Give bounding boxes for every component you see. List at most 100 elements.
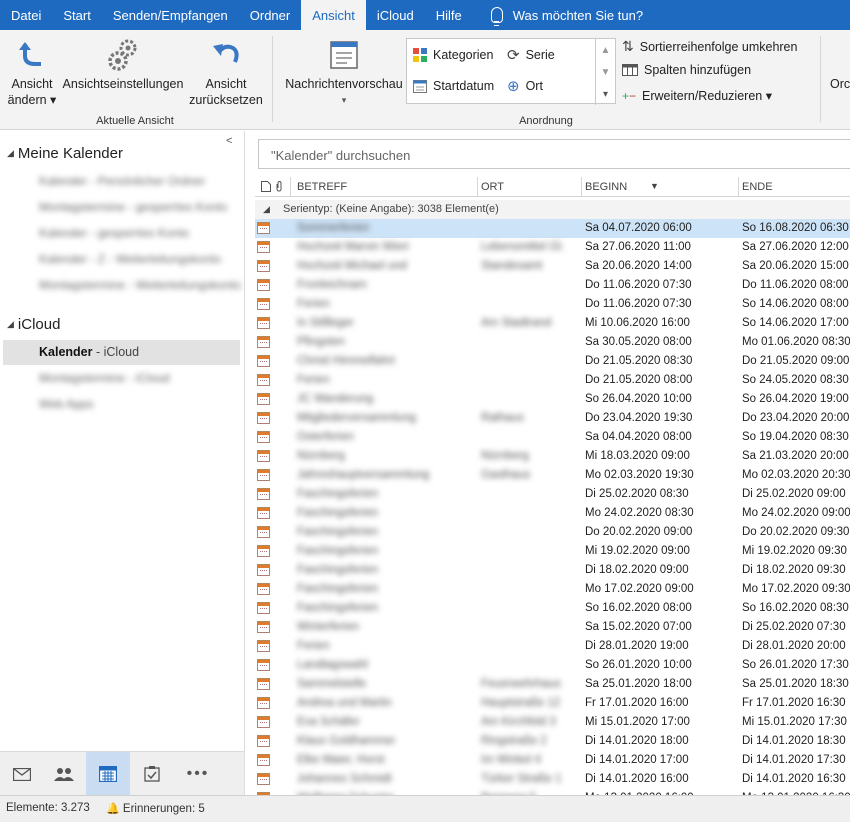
row-subject: Sammelstelle bbox=[297, 678, 367, 690]
location-option[interactable]: ⊕ Ort bbox=[507, 77, 543, 95]
calendar-folder-item[interactable]: Montagstermine - Weiterleitungskonto bbox=[39, 278, 241, 292]
table-row[interactable]: Ferien Di 28.01.2020 19:00 Di 28.01.2020 2… bbox=[255, 637, 850, 656]
categories-option[interactable]: Kategorien bbox=[413, 48, 493, 62]
tell-me-label: Was möchten Sie tun? bbox=[512, 7, 644, 23]
table-row[interactable]: Hochzeit Marvin Wieri Lebensmittel Gl. Sa … bbox=[255, 238, 850, 257]
row-subject: Landtagswahl bbox=[297, 659, 368, 671]
menu-tab-ordner[interactable]: Ordner bbox=[239, 0, 301, 30]
table-row[interactable]: Ferien Do 21.05.2020 08:00 So 24.05.2020 0… bbox=[255, 371, 850, 390]
location-column-header[interactable]: ORT bbox=[481, 181, 504, 193]
table-row[interactable]: Osterferien Sa 04.04.2020 08:00 So 19.04.2… bbox=[255, 428, 850, 447]
table-row[interactable]: Sammelstelle Feuerwehrhaus Sa 25.01.2020 1… bbox=[255, 675, 850, 694]
table-row[interactable]: Ferien Do 11.06.2020 07:30 So 14.06.2020 0… bbox=[255, 295, 850, 314]
my-calendars-label: Meine Kalender bbox=[17, 145, 123, 162]
item-type-column-icon[interactable] bbox=[261, 181, 271, 195]
table-row[interactable]: Fronleichnam Do 11.06.2020 07:30 Do 11.06.… bbox=[255, 276, 850, 295]
table-row[interactable]: Faschingsferien So 16.02.2020 08:00 So 16.… bbox=[255, 599, 850, 618]
table-row[interactable]: Landtagswahl So 26.01.2020 10:00 So 26.01.… bbox=[255, 656, 850, 675]
reset-view-button[interactable]: Ansicht zurücksetzen bbox=[188, 38, 264, 108]
view-settings-button[interactable]: Ansichtseinstellungen bbox=[60, 38, 186, 92]
menu-tab-hilfe[interactable]: Hilfe bbox=[425, 0, 473, 30]
row-subject: Jahreshauptversammlung bbox=[297, 469, 430, 481]
mail-icon[interactable] bbox=[0, 752, 44, 796]
collapse-pane-icon[interactable]: < bbox=[226, 135, 232, 147]
appointment-list: Sommerferien Sa 04.07.2020 06:00 So 16.08.… bbox=[255, 219, 850, 795]
calendar-folder-item[interactable]: Kalender - Z - Weiterleitungskonto bbox=[39, 252, 221, 266]
table-row[interactable]: Winterferien Sa 15.02.2020 07:00 Di 25.02.… bbox=[255, 618, 850, 637]
table-row[interactable]: Pfingsten Sa 30.05.2020 08:00 Mo 01.06.202… bbox=[255, 333, 850, 352]
table-row[interactable]: Nürnberg Nürnberg Mi 18.03.2020 09:00 Sa 21… bbox=[255, 447, 850, 466]
table-row[interactable]: Elke Maier, Horst Im Winkel 4 Di 14.01.202… bbox=[255, 751, 850, 770]
table-row[interactable]: Faschingsferien Mi 19.02.2020 09:00 Mi 19.… bbox=[255, 542, 850, 561]
row-begin: Sa 04.07.2020 06:00 bbox=[585, 222, 692, 234]
appointment-icon bbox=[257, 298, 270, 310]
row-subject: Johannes Schmidt bbox=[297, 773, 392, 785]
appointment-icon bbox=[257, 317, 270, 329]
calendar-folder-item[interactable]: Kalender - gesperrtes Konto bbox=[39, 226, 189, 240]
table-row[interactable]: Faschingsferien Di 18.02.2020 09:00 Di 18.… bbox=[255, 561, 850, 580]
more-icon[interactable]: ••• bbox=[176, 752, 220, 796]
end-column-header[interactable]: ENDE bbox=[742, 181, 773, 193]
series-option[interactable]: ⟳ Serie bbox=[507, 46, 555, 64]
start-date-option[interactable]: Startdatum bbox=[413, 79, 494, 93]
calendar-folder-item[interactable]: Montagstermine - gesperrtes Konto bbox=[39, 200, 227, 214]
change-view-button[interactable]: Ansicht ändern ▾ bbox=[6, 38, 58, 108]
gallery-scroll-down[interactable]: ▼ bbox=[595, 61, 615, 83]
row-end: Sa 27.06.2020 12:00 bbox=[742, 241, 849, 253]
table-row[interactable]: JC Wanderung So 26.04.2020 10:00 So 26.04.… bbox=[255, 390, 850, 409]
calendar-folder-item[interactable]: Montagstermine - iCloud bbox=[39, 371, 170, 385]
table-row[interactable]: In Stillleger Am Stadtrand Mi 10.06.2020 1… bbox=[255, 314, 850, 333]
calendar-icon[interactable] bbox=[86, 752, 130, 796]
table-row[interactable]: Sommerferien Sa 04.07.2020 06:00 So 16.08.… bbox=[255, 219, 850, 238]
selected-calendar-icloud[interactable]: Kalender - iCloud bbox=[39, 345, 139, 359]
tasks-icon[interactable] bbox=[130, 752, 174, 796]
pane-divider[interactable] bbox=[244, 131, 245, 795]
table-row[interactable]: Klaus Goldhammer Ringstraße 2 Di 14.01.202… bbox=[255, 732, 850, 751]
expand-collapse-button[interactable]: +− Erweitern/Reduzieren ▾ bbox=[622, 88, 772, 104]
tell-me-search[interactable]: Was möchten Sie tun? bbox=[473, 0, 643, 30]
begin-column-header[interactable]: BEGINN bbox=[585, 181, 627, 193]
table-row[interactable]: Mitgliederversammlung Rathaus Do 23.04.202… bbox=[255, 409, 850, 428]
cut-off-ribbon-button[interactable]: Orc bbox=[830, 76, 850, 92]
table-row[interactable]: Jahreshauptversammlung Gasthaus Mo 02.03.2… bbox=[255, 466, 850, 485]
column-separator bbox=[738, 177, 739, 197]
reminders-status[interactable]: 🔔 Erinnerungen: 5 bbox=[106, 802, 205, 815]
menu-tab-datei[interactable]: Datei bbox=[0, 0, 52, 30]
table-row[interactable]: Christi Himmelfahrt Do 21.05.2020 08:30 Do… bbox=[255, 352, 850, 371]
appointment-icon bbox=[257, 583, 270, 595]
menu-tab-icloud[interactable]: iCloud bbox=[366, 0, 425, 30]
gallery-scroll-up[interactable]: ▲ bbox=[595, 39, 615, 61]
search-input[interactable]: "Kalender" durchsuchen bbox=[258, 139, 850, 169]
row-end: Di 28.01.2020 20:00 bbox=[742, 640, 846, 652]
gallery-expand[interactable]: ▾ bbox=[595, 83, 615, 105]
table-row[interactable]: Hochzeit Michael und Standesamt Sa 20.06.2… bbox=[255, 257, 850, 276]
message-preview-button[interactable]: Nachrichtenvorschau ▾ bbox=[282, 38, 406, 108]
table-row[interactable]: Faschingsferien Di 25.02.2020 08:30 Di 25.… bbox=[255, 485, 850, 504]
calendar-folder-item[interactable]: Kalender - Persönlicher Ordner bbox=[39, 174, 205, 188]
row-subject: Faschingsferien bbox=[297, 507, 379, 519]
table-row[interactable]: Faschingsferien Mo 24.02.2020 08:30 Mo 24.… bbox=[255, 504, 850, 523]
group-header-row[interactable]: ◢ Serientyp: (Keine Angabe): 3038 Elemen… bbox=[255, 200, 850, 219]
row-end: Di 25.02.2020 07:30 bbox=[742, 621, 846, 633]
row-begin: Sa 27.06.2020 11:00 bbox=[585, 241, 691, 253]
reverse-sort-button[interactable]: ⇅ Sortierreihenfolge umkehren bbox=[622, 38, 797, 55]
subject-column-header[interactable]: BETREFF bbox=[297, 181, 347, 193]
attachment-column-icon[interactable] bbox=[275, 180, 283, 195]
table-row[interactable]: Faschingsferien Mo 17.02.2020 09:00 Mo 17.… bbox=[255, 580, 850, 599]
columns-icon bbox=[622, 64, 638, 76]
calendar-folder-item[interactable]: Web Apps bbox=[39, 397, 93, 411]
table-row[interactable]: Johannes Schmidt Türker Straße 1 Di 14.01.… bbox=[255, 770, 850, 789]
add-columns-button[interactable]: Spalten hinzufügen bbox=[622, 63, 751, 77]
table-row[interactable]: Faschingsferien Do 20.02.2020 09:00 Do 20.… bbox=[255, 523, 850, 542]
group-collapse-icon[interactable]: ◢ bbox=[263, 204, 270, 214]
icloud-header[interactable]: ◢ iCloud bbox=[7, 316, 60, 333]
table-row[interactable]: Andrea und Martin Hauptstraße 12 Fr 17.01.… bbox=[255, 694, 850, 713]
menu-tab-start[interactable]: Start bbox=[52, 0, 101, 30]
my-calendars-header[interactable]: ◢ Meine Kalender bbox=[7, 145, 123, 162]
menu-tab-senden-empfangen[interactable]: Senden/Empfangen bbox=[102, 0, 239, 30]
table-row[interactable]: Eva Schäfer Am Kirchfeld 3 Mi 15.01.2020 1… bbox=[255, 713, 850, 732]
menu-tab-ansicht[interactable]: Ansicht bbox=[301, 0, 366, 30]
row-begin: Do 21.05.2020 08:30 bbox=[585, 355, 693, 367]
row-end: Mo 24.02.2020 09:00 bbox=[742, 507, 850, 519]
people-icon[interactable] bbox=[42, 752, 86, 796]
